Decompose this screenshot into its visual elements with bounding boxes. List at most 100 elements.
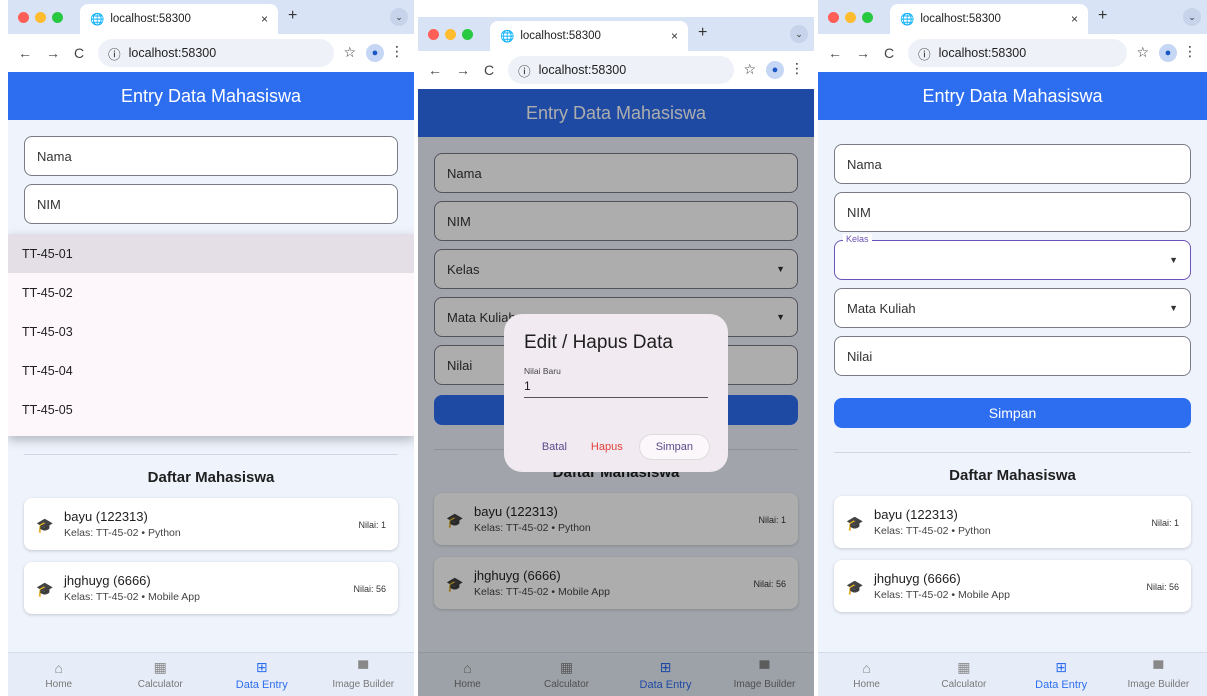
delete-button[interactable]: Hapus: [579, 435, 635, 459]
minimize-window-dot[interactable]: [35, 12, 46, 23]
student-score: Nilai: 1: [1151, 518, 1179, 528]
minimize-window-dot[interactable]: [445, 29, 456, 40]
nav-image-builder[interactable]: ▀ Image Builder: [313, 653, 415, 696]
student-card[interactable]: 🎓 bayu (122313) Kelas: TT-45-02 • Python …: [24, 498, 398, 550]
student-score: Nilai: 56: [353, 584, 386, 594]
student-card[interactable]: 🎓 jhghuyg (6666) Kelas: TT-45-02 • Mobile…: [24, 562, 398, 614]
globe-icon: 🌐: [500, 31, 515, 43]
nav-label: Data Entry: [1035, 678, 1088, 691]
nav-label: Image Builder: [1127, 678, 1190, 690]
kelas-option[interactable]: TT-45-01: [8, 234, 414, 273]
kelas-dropdown[interactable]: Kelas ▼: [834, 234, 1191, 280]
forward-arrow-icon[interactable]: →: [46, 45, 60, 61]
nav-data-entry[interactable]: ⊞ Data Entry: [211, 653, 313, 696]
address-bar-row: ← → C ⓘ localhost:58300 ☆ ● ⋮: [818, 34, 1207, 72]
new-tab-button[interactable]: +: [698, 24, 707, 42]
info-icon[interactable]: ⓘ: [108, 44, 121, 63]
app-bar: Entry Data Mahasiswa: [818, 72, 1207, 120]
edit-delete-dialog: Edit / Hapus Data Nilai Baru 1 Batal Hap…: [504, 314, 728, 472]
new-tab-button[interactable]: +: [1098, 7, 1107, 25]
nilai-placeholder: Nilai: [847, 348, 873, 364]
address-bar[interactable]: ⓘ localhost:58300: [908, 39, 1127, 67]
bookmark-star-icon[interactable]: ☆: [343, 44, 356, 61]
browser-menu-icon[interactable]: ⋮: [1183, 43, 1197, 60]
student-card[interactable]: 🎓 jhghuyg (6666) Kelas: TT-45-02 • Mobile…: [834, 560, 1191, 612]
kelas-option[interactable]: TT-45-04: [8, 351, 414, 390]
url-text: localhost:58300: [538, 63, 627, 77]
address-bar[interactable]: ⓘ localhost:58300: [508, 56, 734, 84]
tab-close-icon[interactable]: ×: [671, 29, 678, 43]
reload-icon[interactable]: C: [484, 62, 494, 78]
tab-close-icon[interactable]: ×: [261, 12, 268, 26]
list-title: Daftar Mahasiswa: [147, 469, 275, 486]
nav-home[interactable]: ⌂ Home: [818, 653, 915, 696]
dialog-actions: Batal Hapus Simpan: [504, 434, 728, 460]
nama-field[interactable]: Nama: [24, 136, 398, 176]
close-window-dot[interactable]: [428, 29, 439, 40]
profile-avatar-icon[interactable]: ●: [366, 44, 384, 62]
tab-bar: 🌐 localhost:58300 × + ⌄: [8, 0, 414, 34]
nim-field[interactable]: NIM: [24, 184, 398, 224]
browser-tab[interactable]: 🌐 localhost:58300 ×: [890, 4, 1088, 34]
tab-search-button[interactable]: ⌄: [390, 8, 408, 26]
nilai-field[interactable]: Nilai: [834, 336, 1191, 376]
reload-icon[interactable]: C: [884, 45, 894, 61]
back-arrow-icon[interactable]: ←: [428, 62, 442, 78]
profile-avatar-icon[interactable]: ●: [1159, 44, 1177, 62]
list-section: Daftar Mahasiswa 🎓 bayu (122313) Kelas: T…: [8, 436, 414, 614]
maximize-window-dot[interactable]: [862, 12, 873, 23]
nav-label: Data Entry: [235, 678, 288, 691]
nav-calculator[interactable]: ▦ Calculator: [915, 653, 1012, 696]
browser-menu-icon[interactable]: ⋮: [790, 60, 804, 77]
graduation-cap-icon: 🎓: [36, 581, 54, 597]
back-arrow-icon[interactable]: ←: [18, 45, 32, 61]
minimize-window-dot[interactable]: [845, 12, 856, 23]
tab-search-button[interactable]: ⌄: [1183, 8, 1201, 26]
maximize-window-dot[interactable]: [52, 12, 63, 23]
nav-calculator[interactable]: ▦ Calculator: [110, 653, 212, 696]
new-tab-button[interactable]: +: [288, 7, 297, 25]
nim-placeholder: NIM: [37, 196, 61, 212]
cancel-button[interactable]: Batal: [530, 435, 579, 459]
nav-label: Calculator: [137, 679, 183, 690]
dialog-title: Edit / Hapus Data: [524, 332, 673, 353]
info-icon[interactable]: ⓘ: [918, 44, 931, 63]
bookmark-star-icon[interactable]: ☆: [743, 61, 756, 78]
kelas-option[interactable]: TT-45-02: [8, 273, 414, 312]
student-detail: Kelas: TT-45-02 • Python: [64, 527, 181, 539]
forward-arrow-icon[interactable]: →: [856, 45, 870, 61]
nama-field[interactable]: Nama: [834, 144, 1191, 184]
forward-arrow-icon[interactable]: →: [456, 62, 470, 78]
tab-search-button[interactable]: ⌄: [790, 25, 808, 43]
tab-close-icon[interactable]: ×: [1071, 12, 1078, 26]
address-bar[interactable]: ⓘ localhost:58300: [98, 39, 334, 67]
nim-field[interactable]: NIM: [834, 192, 1191, 232]
dialog-save-button[interactable]: Simpan: [638, 434, 710, 460]
back-arrow-icon[interactable]: ←: [828, 45, 842, 61]
new-score-label: Nilai Baru: [524, 366, 561, 376]
nav-home[interactable]: ⌂ Home: [8, 653, 110, 696]
bookmark-star-icon[interactable]: ☆: [1136, 44, 1149, 61]
student-score: Nilai: 56: [1146, 582, 1179, 592]
close-window-dot[interactable]: [828, 12, 839, 23]
url-text: localhost:58300: [938, 46, 1027, 60]
reload-icon[interactable]: C: [74, 45, 84, 61]
browser-tab[interactable]: 🌐 localhost:58300 ×: [80, 4, 278, 34]
student-card[interactable]: 🎓 bayu (122313) Kelas: TT-45-02 • Python …: [834, 496, 1191, 548]
profile-avatar-icon[interactable]: ●: [766, 61, 784, 79]
close-window-dot[interactable]: [18, 12, 29, 23]
list-title: Daftar Mahasiswa: [949, 467, 1076, 484]
mata-kuliah-dropdown[interactable]: Mata Kuliah ▼: [834, 288, 1191, 328]
nav-data-entry[interactable]: ⊞ Data Entry: [1013, 653, 1110, 696]
maximize-window-dot[interactable]: [462, 29, 473, 40]
nav-image-builder[interactable]: ▀ Image Builder: [1110, 653, 1207, 696]
browser-tab[interactable]: 🌐 localhost:58300 ×: [490, 21, 688, 51]
kelas-option[interactable]: TT-45-03: [8, 312, 414, 351]
address-bar-row: ← → C ⓘ localhost:58300 ☆ ● ⋮: [418, 51, 814, 89]
browser-menu-icon[interactable]: ⋮: [390, 43, 404, 60]
info-icon[interactable]: ⓘ: [518, 61, 531, 80]
save-button[interactable]: Simpan: [834, 398, 1191, 428]
kelas-option[interactable]: TT-45-05: [8, 390, 414, 429]
new-score-input[interactable]: 1: [524, 379, 708, 398]
paint-roller-icon: ▀: [358, 659, 369, 676]
